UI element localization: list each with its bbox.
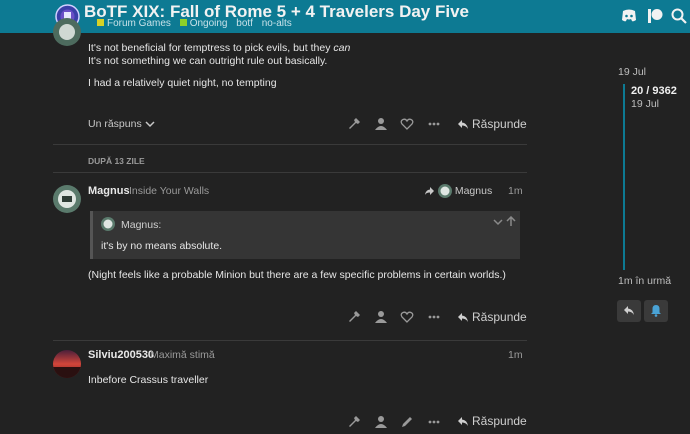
quote-block: Magnus: it's by no means absolute. [90, 211, 520, 259]
wrench-icon[interactable] [347, 117, 361, 131]
avatar-small [437, 184, 452, 198]
heart-icon[interactable] [400, 117, 414, 131]
site-header: BoTF XIX: Fall of Rome 5 + 4 Travelers D… [0, 0, 690, 33]
reply-icon [458, 417, 468, 427]
avatar[interactable] [53, 185, 81, 213]
post-time[interactable]: 1m [508, 349, 523, 361]
edit-icon[interactable] [400, 415, 414, 429]
timeline-back-button[interactable] [617, 300, 641, 322]
category-swatch [97, 18, 104, 26]
reply-icon [458, 313, 468, 323]
more-icon[interactable] [427, 310, 441, 324]
more-icon[interactable] [427, 415, 441, 429]
post-user-title: Maximă stimă [150, 349, 215, 361]
chevron-down-icon[interactable] [493, 218, 503, 226]
reply-to-indicator[interactable]: Magnus [424, 184, 492, 198]
search-icon[interactable] [670, 7, 688, 25]
timeline-scrollbar[interactable] [623, 84, 625, 270]
wrench-icon[interactable] [347, 310, 361, 324]
post-body: Inbefore Crassus traveller [88, 374, 209, 386]
timeline-position[interactable]: 20 / 9362 [631, 85, 677, 97]
post-line: It's not beneficial for temptress to pic… [88, 42, 350, 54]
post-divider [53, 144, 527, 145]
bell-icon [651, 305, 661, 317]
reply-icon [624, 306, 634, 315]
timeline-start-date[interactable]: 19 Jul [618, 66, 646, 78]
post-username[interactable]: Silviu200530 [88, 349, 154, 361]
discord-icon[interactable] [620, 7, 638, 25]
category-link[interactable]: Forum Games [107, 18, 171, 29]
more-icon[interactable] [427, 117, 441, 131]
tag-no-alts[interactable]: no-alts [262, 18, 292, 29]
reply-button[interactable]: Răspunde [457, 414, 527, 428]
user-icon[interactable] [374, 415, 388, 429]
arrow-up-icon[interactable] [506, 216, 516, 227]
heart-icon[interactable] [400, 310, 414, 324]
reply-icon [458, 120, 468, 130]
user-icon[interactable] [374, 117, 388, 131]
breadcrumb: Forum Games Ongoing botf no-alts [97, 18, 298, 29]
user-icon[interactable] [374, 310, 388, 324]
reply-to-name: Magnus [454, 184, 493, 197]
tag-ongoing[interactable]: Ongoing [190, 18, 228, 29]
avatar-small [101, 217, 115, 231]
post-body: (Night feels like a probable Minion but … [88, 269, 506, 281]
reply-button[interactable]: Răspunde [457, 117, 527, 131]
share-arrow-icon [425, 187, 434, 195]
chevron-down-icon [145, 121, 155, 128]
post-divider [53, 172, 527, 173]
post-line-emphasis: can [333, 42, 351, 54]
wrench-icon[interactable] [347, 415, 361, 429]
tag-botf[interactable]: botf [236, 18, 253, 29]
timeline-notify-button[interactable] [644, 300, 668, 322]
post-line: I had a relatively quiet night, no tempt… [88, 77, 277, 89]
replies-toggle[interactable]: Un răspuns [88, 118, 155, 130]
post-line: It's not something we can outright rule … [88, 55, 328, 67]
reply-button-label: Răspunde [472, 310, 527, 324]
post-line-text: It's not beneficial for temptress to pic… [88, 42, 334, 54]
avatar[interactable] [53, 18, 81, 46]
quote-text: it's by no means absolute. [101, 240, 223, 252]
quote-author: Magnus: [121, 219, 162, 231]
reply-button[interactable]: Răspunde [457, 310, 527, 324]
tag-swatch [179, 18, 187, 26]
time-gap-label: DUPĂ 13 ZILE [88, 156, 145, 166]
timeline-end-label[interactable]: 1m în urmă [618, 275, 671, 287]
post-user-title: Inside Your Walls [129, 185, 210, 197]
post-username[interactable]: Magnus [88, 185, 130, 197]
timeline-position-date: 19 Jul [631, 98, 660, 110]
replies-toggle-label: Un răspuns [88, 118, 142, 130]
patreon-icon[interactable] [646, 7, 664, 25]
avatar[interactable] [53, 350, 81, 378]
post-divider [53, 340, 527, 341]
post-time[interactable]: 1m [508, 185, 523, 197]
reply-button-label: Răspunde [472, 414, 527, 428]
reply-button-label: Răspunde [472, 117, 527, 131]
